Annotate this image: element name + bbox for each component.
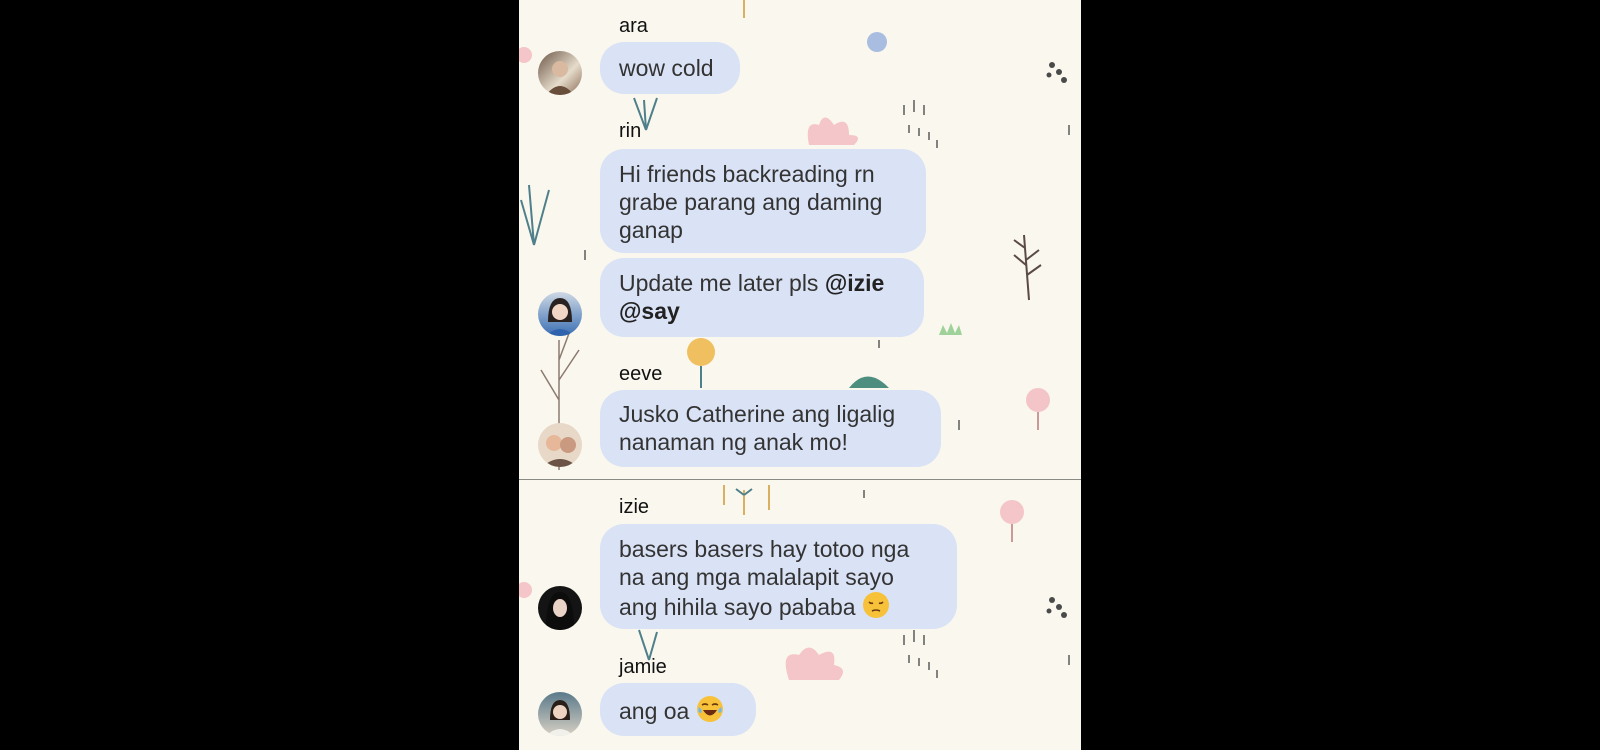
- message-bubble[interactable]: Update me later pls @izie @say: [600, 258, 924, 337]
- message-text: Hi friends backreading rn grabe parang a…: [619, 161, 883, 243]
- sender-name: ara: [619, 15, 648, 37]
- mention-izie[interactable]: @izie: [825, 270, 885, 296]
- sender-name: jamie: [619, 656, 667, 678]
- message-bubble[interactable]: basers basers hay totoo nga na ang mga m…: [600, 524, 957, 629]
- wallpaper-doodles: [519, 0, 1070, 680]
- message-text: Update me later pls: [619, 270, 819, 296]
- avatar[interactable]: [538, 423, 582, 467]
- message-bubble[interactable]: ang oa: [600, 683, 756, 736]
- message-bubble[interactable]: wow cold: [600, 42, 740, 94]
- message-text: wow cold: [619, 55, 714, 81]
- avatar-eeve-icon: [542, 435, 578, 467]
- avatar[interactable]: [538, 586, 582, 630]
- sender-name: eeve: [619, 363, 663, 385]
- avatar-rin-icon: [546, 298, 574, 336]
- avatar-ara-icon: [546, 61, 574, 95]
- message-text: ang oa: [619, 698, 690, 724]
- sender-name: rin: [619, 120, 642, 142]
- avatar[interactable]: [538, 51, 582, 95]
- avatar[interactable]: [538, 692, 582, 736]
- avatar-jamie-icon: [546, 700, 574, 736]
- mention-say[interactable]: @say: [619, 298, 680, 324]
- pensive-face-icon: [862, 592, 889, 618]
- message-bubble[interactable]: Hi friends backreading rn grabe parang a…: [600, 149, 926, 253]
- message-bubble[interactable]: Jusko Catherine ang ligalig nanaman ng a…: [600, 390, 941, 467]
- message-text: Jusko Catherine ang ligalig nanaman ng a…: [619, 401, 896, 455]
- avatar[interactable]: [538, 292, 582, 336]
- divider: [519, 479, 1081, 480]
- chat-screen: ara wow cold rin Hi friends backreading …: [519, 0, 1081, 750]
- sender-name: izie: [619, 496, 650, 518]
- tears-of-joy-icon: [696, 696, 723, 722]
- avatar-izie-icon: [546, 592, 574, 630]
